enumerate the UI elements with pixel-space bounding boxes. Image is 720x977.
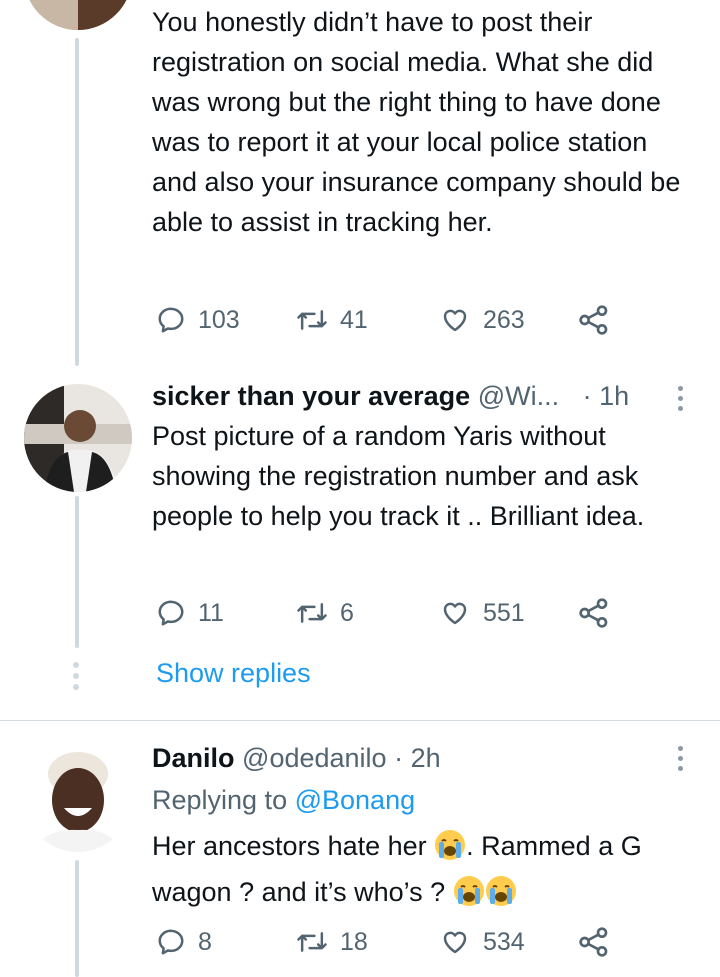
timestamp[interactable]: · 2h: [394, 743, 441, 773]
display-name[interactable]: Danilo: [152, 743, 235, 773]
share-button[interactable]: [578, 300, 610, 340]
like-count: 263: [483, 305, 525, 334]
reply-button[interactable]: 103: [156, 300, 240, 340]
heart-icon: [443, 931, 467, 954]
divider: [0, 720, 720, 721]
tweet-actions: 8 18 534: [152, 922, 632, 962]
more-vertical-icon[interactable]: [674, 386, 686, 411]
reply-button[interactable]: 11: [156, 593, 224, 633]
loudly-crying-face-emoji: [434, 829, 466, 872]
tweet-actions: 103 41 263: [152, 300, 632, 340]
tweet-text: Her ancestors hate her . Rammed a G wago…: [152, 826, 712, 918]
user-handle[interactable]: @Wi...: [478, 381, 559, 411]
retweet-button[interactable]: 41: [296, 300, 368, 340]
share-icon: [579, 598, 608, 628]
thread-line: [75, 38, 79, 366]
tweet-text: Post picture of a random Yaris without s…: [152, 421, 645, 531]
retweet-icon: [297, 603, 327, 623]
thread-continuation-icon: [73, 662, 79, 690]
reply-count: 11: [198, 598, 224, 627]
reply-count: 8: [198, 927, 212, 956]
like-button[interactable]: 534: [439, 922, 525, 962]
like-button[interactable]: 263: [439, 300, 525, 340]
heart-icon: [443, 602, 467, 625]
user-handle[interactable]: @odedanilo: [242, 743, 387, 773]
reply-icon: [158, 307, 184, 333]
retweet-icon: [297, 310, 327, 330]
retweet-button[interactable]: 6: [296, 593, 354, 633]
show-replies-link[interactable]: Show replies: [156, 658, 311, 689]
like-count: 534: [483, 927, 525, 956]
heart-icon: [443, 309, 467, 332]
avatar-tweet2[interactable]: [24, 384, 132, 492]
timestamp[interactable]: · 1h: [583, 381, 630, 411]
share-button[interactable]: [578, 922, 610, 962]
retweet-count: 6: [340, 598, 354, 627]
retweet-count: 41: [340, 305, 368, 334]
tweet-actions: 11 6 551: [152, 593, 632, 633]
like-count: 551: [483, 598, 525, 627]
avatar-tweet1[interactable]: [24, 0, 132, 30]
tweet-text-part1: Her ancestors hate her: [152, 831, 427, 861]
thread-line: [75, 496, 79, 648]
share-button[interactable]: [578, 593, 610, 633]
replying-to: Replying to @Bonang: [152, 782, 415, 818]
tweet-header: sicker than your average @Wi... · 1h: [152, 378, 629, 414]
loudly-crying-face-emoji: [453, 875, 485, 918]
tweet-header: Danilo @odedanilo · 2h: [152, 740, 441, 776]
more-vertical-icon[interactable]: [674, 746, 686, 771]
share-icon: [579, 927, 608, 957]
display-name[interactable]: sicker than your average: [152, 381, 470, 411]
retweet-count: 18: [340, 927, 368, 956]
replying-prefix: Replying to: [152, 785, 288, 815]
avatar-tweet3[interactable]: [24, 744, 132, 852]
mention-link[interactable]: @Bonang: [295, 785, 416, 815]
retweet-button[interactable]: 18: [296, 922, 368, 962]
retweet-icon: [297, 932, 327, 952]
reply-icon: [158, 929, 184, 955]
reply-count: 103: [198, 305, 240, 334]
like-button[interactable]: 551: [439, 593, 525, 633]
loudly-crying-face-emoji: [485, 875, 517, 918]
share-icon: [579, 305, 608, 335]
reply-icon: [158, 600, 184, 626]
reply-button[interactable]: 8: [156, 922, 212, 962]
tweet-text: You honestly didn’t have to post their r…: [152, 7, 681, 237]
thread-line: [75, 860, 79, 977]
